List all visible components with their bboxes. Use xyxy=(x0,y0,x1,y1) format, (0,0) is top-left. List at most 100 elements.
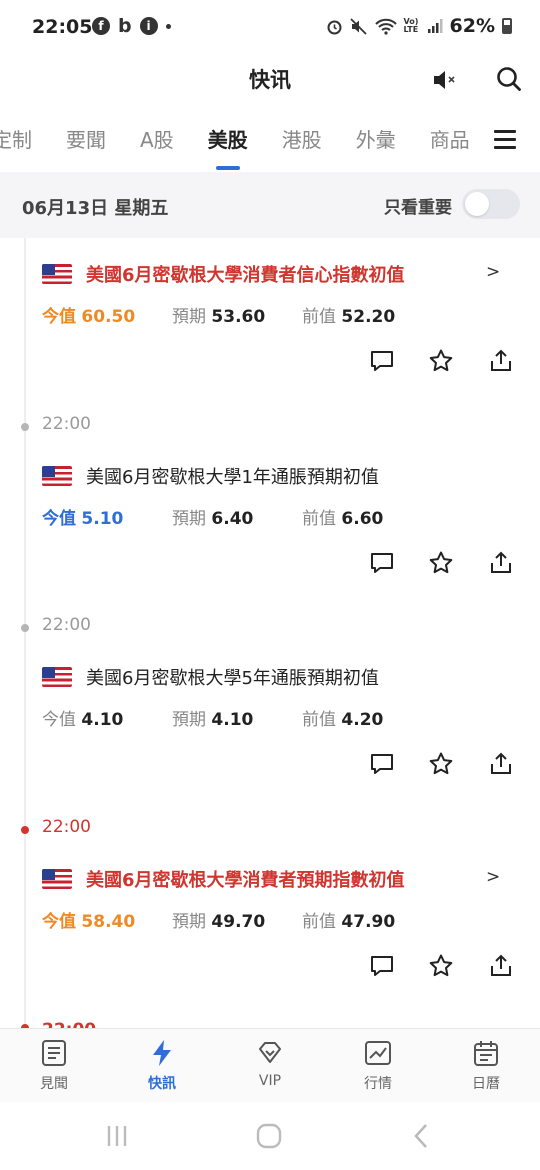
feed-item[interactable]: 美國6月密歇根大學消費者信心指數初值 > 今值 60.50 預期 53.60 前… xyxy=(0,262,540,394)
timeline-dot xyxy=(21,624,29,632)
date-label: 06月13日 星期五 xyxy=(22,198,169,219)
battery-percentage: 62% xyxy=(449,15,495,37)
previous-value: 前值 47.90 xyxy=(302,912,396,932)
tabs-row: 定制 要聞 A股 美股 港股 外彙 商品 xyxy=(0,124,470,170)
nav-flash[interactable]: 快訊 xyxy=(108,1029,216,1103)
share-icon[interactable] xyxy=(488,953,514,979)
tab-us-stocks[interactable]: 美股 xyxy=(208,124,248,170)
date-bar: 06月13日 星期五 只看重要 xyxy=(0,172,540,238)
diamond-icon xyxy=(259,1042,281,1063)
previous-value: 前值 4.20 xyxy=(302,710,384,730)
nav-market[interactable]: 行情 xyxy=(324,1029,432,1103)
timeline-time: 22:00 xyxy=(42,817,91,837)
news-doc-icon xyxy=(42,1040,66,1066)
tab-headlines[interactable]: 要聞 xyxy=(66,124,106,160)
us-flag-icon xyxy=(42,667,72,687)
speaker-mute-icon xyxy=(434,71,455,89)
search-button[interactable] xyxy=(492,62,526,96)
actual-value: 今值 58.40 xyxy=(42,912,136,932)
tab-forex[interactable]: 外彙 xyxy=(356,124,396,160)
timeline-time: 22:00 xyxy=(42,615,91,635)
mute-icon xyxy=(349,17,367,35)
chevron-right-icon[interactable]: > xyxy=(486,262,500,282)
important-only-label: 只看重要 xyxy=(384,198,452,218)
nav-label: 日曆 xyxy=(472,1076,500,1092)
status-time: 22:05 xyxy=(32,16,93,38)
bottom-nav: 見聞 快訊 VIP 行情 日曆 xyxy=(0,1028,540,1102)
important-only-toggle[interactable] xyxy=(462,189,520,219)
status-system-icons: Vo) LTE 62% xyxy=(326,15,512,37)
lightning-icon xyxy=(153,1040,171,1066)
actual-value: 今值 4.10 xyxy=(42,710,124,730)
comment-icon[interactable] xyxy=(369,751,395,777)
tab-menu-button[interactable] xyxy=(494,130,516,150)
nav-news[interactable]: 見聞 xyxy=(0,1029,108,1103)
tab-a-shares[interactable]: A股 xyxy=(140,124,174,160)
nav-calendar[interactable]: 日曆 xyxy=(432,1029,540,1103)
sound-toggle-button[interactable] xyxy=(430,64,462,96)
system-navigation-bar xyxy=(0,1102,540,1170)
tab-hk-stocks[interactable]: 港股 xyxy=(282,124,322,160)
feed-item-title: 美國6月密歇根大學1年通脹預期初值 xyxy=(86,467,379,488)
feed-item-title: 美國6月密歇根大學消費者預期指數初值 xyxy=(86,870,405,891)
actual-value: 今值 5.10 xyxy=(42,509,124,529)
feed-item[interactable]: 美國6月密歇根大學消費者預期指數初值 > 今值 58.40 預期 49.70 前… xyxy=(0,867,540,999)
battery-icon xyxy=(502,18,512,34)
feed-item[interactable]: 美國6月密歇根大學5年通脹預期初值 今值 4.10 預期 4.10 前值 4.2… xyxy=(0,667,540,797)
previous-value: 前值 52.20 xyxy=(302,307,396,327)
timeline-dot xyxy=(21,826,29,834)
volte-icon: Vo) LTE xyxy=(403,17,419,34)
tab-commodities[interactable]: 商品 xyxy=(430,124,470,160)
timeline-time-partial: 22:00 xyxy=(42,1020,96,1028)
forecast-value: 預期 4.10 xyxy=(172,710,254,730)
facebook-icon: f xyxy=(92,17,110,35)
feed-item-title: 美國6月密歇根大學消費者信心指數初值 xyxy=(86,265,405,286)
share-icon[interactable] xyxy=(488,550,514,576)
menu-icon xyxy=(494,130,516,133)
star-icon[interactable] xyxy=(428,550,454,576)
calendar-icon xyxy=(474,1041,498,1066)
category-tabs: 定制 要聞 A股 美股 港股 外彙 商品 xyxy=(0,114,540,172)
tab-custom[interactable]: 定制 xyxy=(0,124,32,160)
feed-item[interactable]: 美國6月密歇根大學1年通脹預期初值 今值 5.10 預期 6.40 前值 6.6… xyxy=(0,466,540,596)
back-icon[interactable] xyxy=(410,1122,432,1150)
info-app-icon: i xyxy=(139,17,158,35)
nav-vip[interactable]: VIP xyxy=(216,1029,324,1103)
more-notifications-dot-icon xyxy=(165,23,171,29)
comment-icon[interactable] xyxy=(369,550,395,576)
home-icon[interactable] xyxy=(255,1122,283,1150)
chevron-right-icon[interactable]: > xyxy=(486,867,500,887)
star-icon[interactable] xyxy=(428,953,454,979)
forecast-value: 預期 49.70 xyxy=(172,912,266,932)
us-flag-icon xyxy=(42,466,72,486)
nav-label: VIP xyxy=(258,1073,282,1089)
b-app-icon: b xyxy=(118,15,132,37)
nav-label: 行情 xyxy=(364,1076,392,1092)
share-icon[interactable] xyxy=(488,751,514,777)
star-icon[interactable] xyxy=(428,751,454,777)
star-icon[interactable] xyxy=(428,348,454,374)
recents-icon[interactable] xyxy=(104,1122,130,1150)
share-icon[interactable] xyxy=(488,348,514,374)
feed-item-title: 美國6月密歇根大學5年通脹預期初值 xyxy=(86,668,379,689)
comment-icon[interactable] xyxy=(369,953,395,979)
app-root: 22:05 f b i Vo) LTE 62% 快讯 定制 要聞 A股 美股 港… xyxy=(0,0,540,1170)
signal-icon xyxy=(427,19,443,33)
actual-value: 今值 60.50 xyxy=(42,307,136,327)
previous-value: 前值 6.60 xyxy=(302,509,384,529)
wifi-icon xyxy=(374,18,397,35)
alarm-icon xyxy=(327,20,342,34)
status-bar: 22:05 f b i Vo) LTE 62% xyxy=(0,0,540,56)
comment-icon[interactable] xyxy=(369,348,395,374)
chart-icon xyxy=(365,1041,391,1065)
timeline-time: 22:00 xyxy=(42,414,91,434)
us-flag-icon xyxy=(42,264,72,284)
nav-label: 快訊 xyxy=(148,1076,176,1092)
status-notification-icons: f b i xyxy=(92,15,171,37)
search-icon xyxy=(497,67,521,91)
nav-label: 見聞 xyxy=(40,1076,68,1092)
app-header: 快讯 xyxy=(0,56,540,104)
forecast-value: 預期 53.60 xyxy=(172,307,266,327)
forecast-value: 預期 6.40 xyxy=(172,509,254,529)
toggle-knob xyxy=(465,192,489,216)
